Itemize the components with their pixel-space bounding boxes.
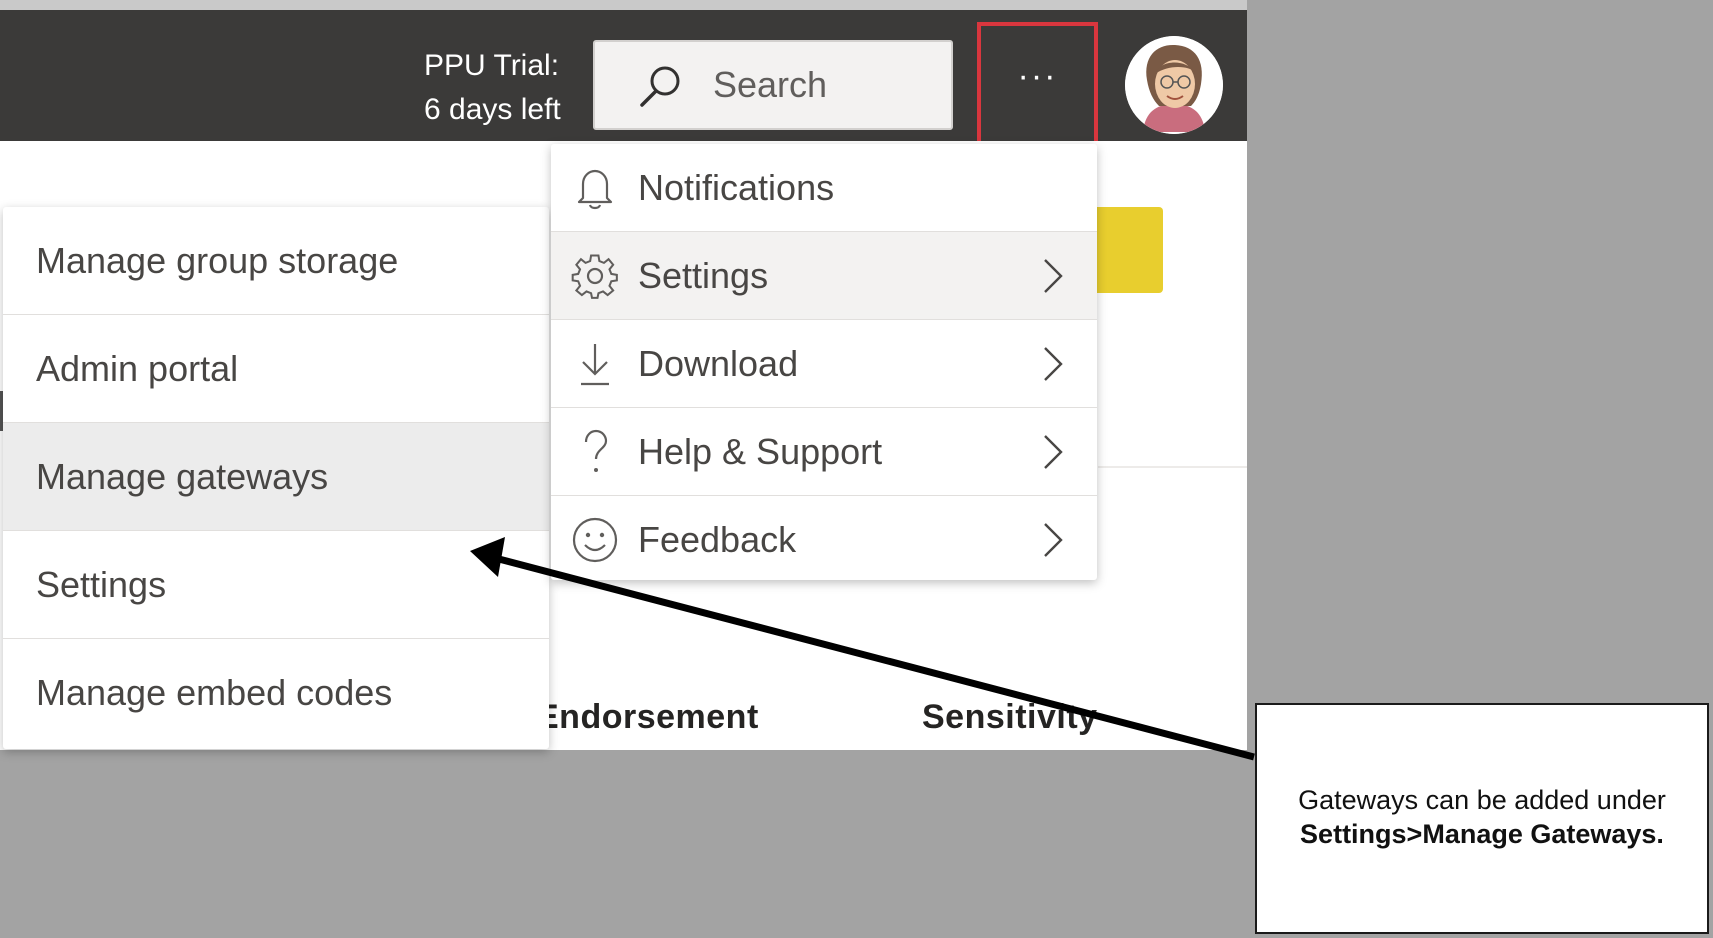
callout-text-line2: Settings>Manage Gateways. [1300, 819, 1664, 849]
annotation-callout: Gateways can be added under Settings>Man… [1255, 703, 1709, 934]
callout-text-line1: Gateways can be added under [1298, 785, 1666, 815]
